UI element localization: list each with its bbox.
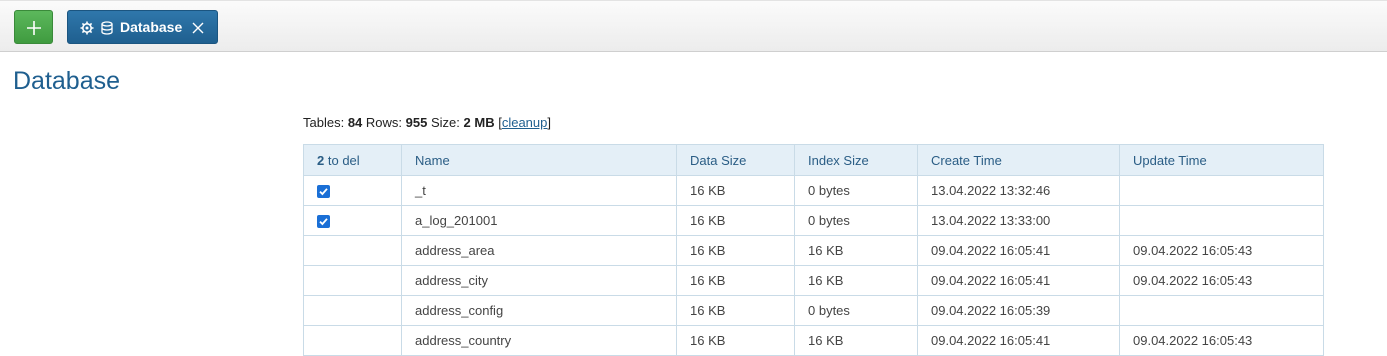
cell-index-size: 0 bytes xyxy=(794,205,918,236)
table-row[interactable]: address_config 16 KB 0 bytes 09.04.2022 16:… xyxy=(303,295,1324,326)
cell-update-time xyxy=(1119,175,1324,206)
table-row[interactable]: _t 16 KB 0 bytes 13.04.2022 13:32:46 xyxy=(303,175,1324,206)
database-icon xyxy=(101,21,113,35)
table-row[interactable]: a_log_201001 16 KB 0 bytes 13.04.2022 13:33… xyxy=(303,205,1324,236)
column-header-name[interactable]: Name xyxy=(401,144,677,176)
add-tab-button[interactable] xyxy=(14,10,53,44)
tables-label: Tables: xyxy=(303,115,345,130)
row-select-cell[interactable] xyxy=(303,325,402,356)
cell-index-size: 16 KB xyxy=(794,325,918,356)
cell-name: a_log_201001 xyxy=(401,205,677,236)
cell-data-size: 16 KB xyxy=(676,325,795,356)
column-header-update-time[interactable]: Update Time xyxy=(1119,144,1324,176)
cell-name: address_city xyxy=(401,265,677,296)
delete-count: 2 xyxy=(317,152,325,168)
row-select-cell[interactable] xyxy=(303,175,402,206)
table-row[interactable]: address_area 16 KB 16 KB 09.04.2022 16:05:4… xyxy=(303,235,1324,266)
cell-index-size: 0 bytes xyxy=(794,295,918,326)
cell-create-time: 09.04.2022 16:05:39 xyxy=(917,295,1120,326)
plus-icon xyxy=(27,21,41,35)
row-select-cell[interactable] xyxy=(303,295,402,326)
cell-update-time xyxy=(1119,205,1324,236)
cell-create-time: 13.04.2022 13:32:46 xyxy=(917,175,1120,206)
cell-data-size: 16 KB xyxy=(676,175,795,206)
size-label: Size: xyxy=(431,115,460,130)
cell-create-time: 09.04.2022 16:05:41 xyxy=(917,235,1120,266)
cleanup-link[interactable]: cleanup xyxy=(502,115,548,130)
rows-label: Rows: xyxy=(365,115,403,130)
column-header-delete: 2 to del xyxy=(303,144,402,176)
rows-count: 955 xyxy=(405,115,428,130)
checkbox-checked-icon[interactable] xyxy=(317,215,330,229)
cell-index-size: 16 KB xyxy=(794,265,918,296)
cell-data-size: 16 KB xyxy=(676,295,795,326)
tables-table: 2 to del Name Data Size Index Size Creat… xyxy=(303,144,1324,356)
table-row[interactable]: address_country 16 KB 16 KB 09.04.2022 16:0… xyxy=(303,325,1324,356)
row-select-cell[interactable] xyxy=(303,205,402,236)
row-select-cell[interactable] xyxy=(303,265,402,296)
row-select-cell[interactable] xyxy=(303,235,402,266)
cell-update-time xyxy=(1119,295,1324,326)
database-summary: Tables: 84 Rows: 955 Size: 2 MB [cleanup… xyxy=(303,115,551,130)
page-title: Database xyxy=(13,67,121,95)
cell-update-time: 09.04.2022 16:05:43 xyxy=(1119,325,1324,356)
cell-index-size: 0 bytes xyxy=(794,175,918,206)
cell-create-time: 09.04.2022 16:05:41 xyxy=(917,265,1120,296)
tables-count: 84 xyxy=(347,115,363,130)
close-icon[interactable] xyxy=(192,22,204,34)
top-toolbar: Database xyxy=(0,0,1387,52)
column-header-data-size[interactable]: Data Size xyxy=(676,144,795,176)
table-header-row: 2 to del Name Data Size Index Size Creat… xyxy=(303,144,1324,176)
gear-icon xyxy=(80,21,94,35)
cell-name: address_config xyxy=(401,295,677,326)
column-header-index-size[interactable]: Index Size xyxy=(794,144,918,176)
cell-name: _t xyxy=(401,175,677,206)
delete-label: to del xyxy=(327,152,360,168)
table-row[interactable]: address_city 16 KB 16 KB 09.04.2022 16:05:4… xyxy=(303,265,1324,296)
checkbox-checked-icon[interactable] xyxy=(317,185,330,199)
cell-update-time: 09.04.2022 16:05:43 xyxy=(1119,235,1324,266)
cell-index-size: 16 KB xyxy=(794,235,918,266)
cell-data-size: 16 KB xyxy=(676,205,795,236)
cell-data-size: 16 KB xyxy=(676,265,795,296)
cell-data-size: 16 KB xyxy=(676,235,795,266)
cell-create-time: 13.04.2022 13:33:00 xyxy=(917,205,1120,236)
cell-update-time: 09.04.2022 16:05:43 xyxy=(1119,265,1324,296)
size-value: 2 MB xyxy=(463,115,495,130)
tab-label: Database xyxy=(120,19,183,35)
cell-name: address_country xyxy=(401,325,677,356)
tab-database[interactable]: Database xyxy=(67,10,218,44)
cell-create-time: 09.04.2022 16:05:41 xyxy=(917,325,1120,356)
column-header-create-time[interactable]: Create Time xyxy=(917,144,1120,176)
cell-name: address_area xyxy=(401,235,677,266)
